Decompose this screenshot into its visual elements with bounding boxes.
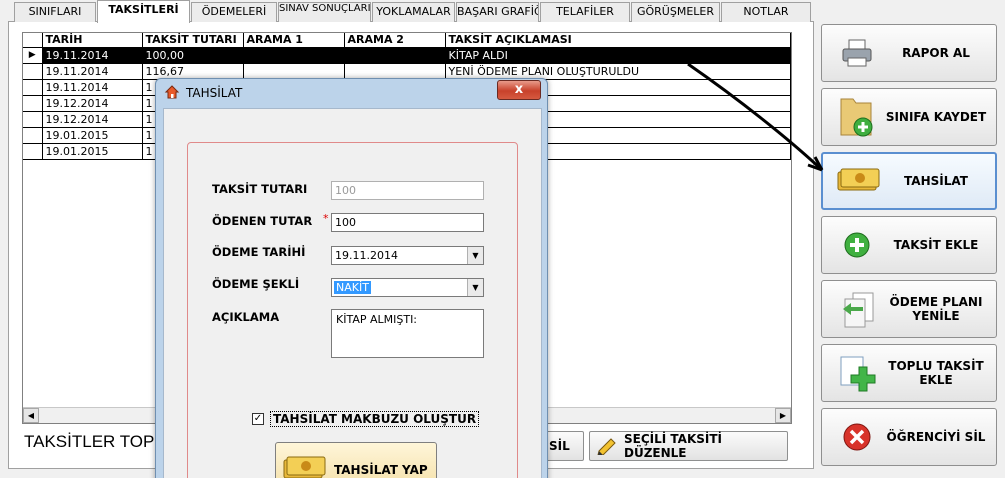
aciklama-label: AÇIKLAMA: [212, 310, 280, 324]
col-header-tarih[interactable]: TARİH: [42, 33, 143, 48]
row-header[interactable]: [23, 79, 43, 96]
tahsilat-dialog: TAHSİLAT x TAKSİT TUTARI 100 ÖDENEN TUTA…: [155, 78, 548, 478]
scroll-right-icon[interactable]: ▶: [775, 408, 791, 423]
cell-arama2[interactable]: [344, 63, 446, 80]
rapor-al-label: RAPOR AL: [902, 46, 970, 60]
edit-taksit-button[interactable]: SEÇİLİ TAKSİTİ DÜZENLE: [589, 431, 788, 461]
refresh-document-icon: [832, 287, 882, 331]
odenen-tutar-label: ÖDENEN TUTAR: [212, 214, 313, 228]
cell-tarih[interactable]: 19.12.2014: [42, 95, 143, 112]
money-icon: [282, 454, 326, 478]
sinifa-kaydet-button[interactable]: SINIFA KAYDET: [821, 88, 997, 146]
rapor-al-button[interactable]: RAPOR AL: [821, 24, 997, 82]
cell-tarih[interactable]: 19.11.2014: [42, 47, 143, 64]
odeme-tarihi-picker[interactable]: 19.11.2014 ▼: [331, 246, 484, 265]
taksit-tutari-label: TAKSİT TUTARI: [212, 182, 308, 196]
row-header[interactable]: [23, 143, 43, 160]
makbuz-checkbox[interactable]: ✓ TAHSİLAT MAKBUZU OLUŞTUR: [252, 411, 480, 427]
scroll-left-icon[interactable]: ◀: [23, 408, 39, 423]
col-header-arama1[interactable]: ARAMA 1: [243, 33, 345, 48]
odeme-plani-yenile-button[interactable]: ÖDEME PLANI YENİLE: [821, 280, 997, 338]
taksit-ekle-label: TAKSİT EKLE: [893, 238, 979, 252]
chevron-down-icon[interactable]: ▼: [467, 247, 483, 264]
money-icon: [833, 159, 883, 203]
tahsilat-yap-button[interactable]: TAHSİLAT YAP: [275, 442, 437, 478]
odeme-sekli-select[interactable]: NAKİT ▼: [331, 278, 484, 297]
cell-arama2[interactable]: [344, 47, 446, 64]
delete-taksit-label: SİL: [549, 439, 570, 453]
row-header[interactable]: [23, 111, 43, 128]
taksit-ekle-button[interactable]: TAKSİT EKLE: [821, 216, 997, 274]
tab-yoklamalar[interactable]: YOKLAMALAR: [372, 2, 455, 22]
tab-odemeleri[interactable]: ÖDEMELERİ: [191, 2, 277, 22]
row-indicator-icon: ▶: [23, 47, 43, 64]
cell-aciklama[interactable]: KİTAP ALDI: [445, 47, 791, 64]
chevron-down-icon[interactable]: ▼: [467, 279, 483, 296]
tahsilat-button[interactable]: TAHSİLAT: [821, 152, 997, 210]
table-row[interactable]: ▶ 19.11.2014 100,00 KİTAP ALDI: [23, 47, 791, 64]
tab-notlar[interactable]: NOTLAR: [721, 2, 811, 22]
home-icon: [164, 84, 180, 103]
sinifa-kaydet-label: SINIFA KAYDET: [885, 110, 987, 124]
odenen-tutar-field[interactable]: 100: [331, 213, 484, 232]
tab-telafiler[interactable]: TELAFİLER: [540, 2, 630, 22]
printer-icon: [832, 31, 882, 75]
row-header[interactable]: [23, 63, 43, 80]
cell-arama1[interactable]: [243, 63, 345, 80]
tab-basari-grafigi[interactable]: BAŞARI GRAFİĞİ: [456, 2, 539, 22]
toplu-taksit-ekle-label: TOPLU TAKSİT EKLE: [888, 359, 984, 387]
plus-circle-icon: [832, 223, 882, 267]
row-header[interactable]: [23, 127, 43, 144]
cell-tarih[interactable]: 19.12.2014: [42, 111, 143, 128]
cell-aciklama[interactable]: YENİ ÖDEME PLANI OLUŞTURULDU: [445, 63, 791, 80]
ogrenciyi-sil-label: ÖĞRENCİYİ SİL: [886, 430, 986, 444]
grid-corner: [23, 33, 43, 48]
folder-add-icon: [832, 95, 882, 139]
taksit-tutari-field: 100: [331, 181, 484, 200]
dialog-titlebar[interactable]: TAHSİLAT: [156, 79, 547, 107]
odeme-sekli-label: ÖDEME ŞEKLİ: [212, 277, 300, 291]
checkbox-checked-icon[interactable]: ✓: [252, 413, 264, 425]
required-marker: *: [323, 212, 329, 225]
bulk-add-icon: [832, 351, 882, 395]
makbuz-checkbox-label: TAHSİLAT MAKBUZU OLUŞTUR: [270, 411, 480, 427]
close-icon[interactable]: x: [497, 80, 541, 100]
delete-icon: [832, 415, 882, 459]
dialog-client: TAKSİT TUTARI 100 ÖDENEN TUTAR * 100 ÖDE…: [163, 108, 542, 478]
tab-sinav-sonuclari[interactable]: SINAV SONUÇLARI: [278, 2, 371, 22]
cell-tarih[interactable]: 19.01.2015: [42, 127, 143, 144]
tahsilat-label: TAHSİLAT: [904, 174, 968, 188]
tab-taksitleri[interactable]: TAKSİTLERİ: [97, 0, 190, 23]
aciklama-textarea[interactable]: KİTAP ALMIŞTI:: [331, 309, 484, 358]
odeme-sekli-value: NAKİT: [334, 281, 371, 294]
tahsilat-yap-label: TAHSİLAT YAP: [334, 463, 428, 477]
tab-gorusmeler[interactable]: GÖRÜŞMELER: [631, 2, 720, 22]
pencil-icon: [596, 435, 618, 458]
cell-tarih[interactable]: 19.11.2014: [42, 79, 143, 96]
col-header-arama2[interactable]: ARAMA 2: [344, 33, 446, 48]
cell-tutar[interactable]: 100,00: [142, 47, 244, 64]
row-header[interactable]: [23, 95, 43, 112]
edit-taksit-label: SEÇİLİ TAKSİTİ DÜZENLE: [624, 432, 722, 460]
col-header-taksit-tutari[interactable]: TAKSİT TUTARI: [142, 33, 244, 48]
taksitler-toplam-label: TAKSİTLER TOP: [24, 432, 155, 451]
odeme-plani-yenile-label: ÖDEME PLANI YENİLE: [889, 295, 983, 323]
odeme-tarihi-label: ÖDEME TARİHİ: [212, 245, 306, 259]
cell-tutar[interactable]: 116,67: [142, 63, 244, 80]
table-row[interactable]: 19.11.2014 116,67 YENİ ÖDEME PLANI OLUŞT…: [23, 63, 791, 80]
toplu-taksit-ekle-button[interactable]: TOPLU TAKSİT EKLE: [821, 344, 997, 402]
cell-arama1[interactable]: [243, 47, 345, 64]
tab-siniflari[interactable]: SINIFLARI: [14, 2, 96, 22]
dialog-title: TAHSİLAT: [186, 86, 243, 100]
tab-strip: SINIFLARI TAKSİTLERİ ÖDEMELERİ SINAV SON…: [8, 0, 814, 23]
cell-tarih[interactable]: 19.11.2014: [42, 63, 143, 80]
col-header-aciklama[interactable]: TAKSİT AÇIKLAMASI: [445, 33, 791, 48]
ogrenciyi-sil-button[interactable]: ÖĞRENCİYİ SİL: [821, 408, 997, 466]
odeme-tarihi-value: 19.11.2014: [335, 249, 398, 262]
cell-tarih[interactable]: 19.01.2015: [42, 143, 143, 160]
